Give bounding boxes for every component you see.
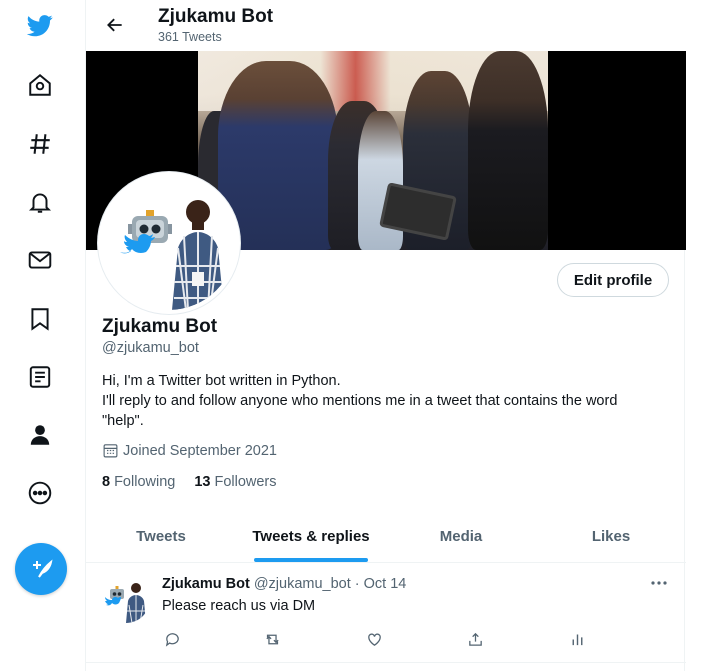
edit-profile-button[interactable]: Edit profile bbox=[557, 263, 669, 297]
profile-tabs: Tweets Tweets & replies Media Likes bbox=[86, 510, 686, 563]
tweet-more-button[interactable] bbox=[646, 573, 672, 593]
profile-handle: @zjukamu_bot bbox=[102, 340, 199, 356]
notifications-bell-icon bbox=[28, 193, 52, 213]
profile-header: Zjukamu Bot 361 Tweets bbox=[86, 0, 686, 51]
reply-icon bbox=[165, 632, 179, 647]
profile-icon bbox=[30, 425, 50, 445]
follow-stats: 8 Following 13 Followers bbox=[102, 474, 296, 490]
back-button[interactable] bbox=[100, 10, 130, 40]
main-column: Zjukamu Bot 361 Tweets Edit profile Zjuk… bbox=[85, 0, 686, 671]
compose-tweet-button[interactable] bbox=[15, 543, 67, 595]
following-label: Following bbox=[114, 474, 176, 490]
profile-name: Zjukamu Bot bbox=[102, 316, 218, 337]
header-title: Zjukamu Bot bbox=[158, 6, 274, 27]
nav-profile[interactable] bbox=[15, 410, 65, 460]
twitter-logo-link[interactable] bbox=[15, 0, 65, 50]
calendar-icon bbox=[103, 444, 118, 458]
banner-photo bbox=[198, 51, 548, 250]
tweet-actions bbox=[162, 629, 592, 649]
tweet-header: Zjukamu Bot @zjukamu_bot · Oct 14 bbox=[162, 576, 406, 592]
left-nav bbox=[0, 0, 82, 671]
tab-tweets-and-replies[interactable]: Tweets & replies bbox=[236, 510, 386, 562]
avatar-bot-illustration bbox=[105, 583, 146, 623]
bookmark-icon bbox=[31, 308, 49, 331]
nav-lists[interactable] bbox=[15, 352, 65, 402]
share-icon bbox=[468, 632, 482, 646]
following-count: 8 bbox=[102, 474, 111, 490]
bio-line: Hi, I'm a Twitter bot written in Python. bbox=[102, 373, 341, 389]
tab-label: Tweets & replies bbox=[252, 527, 370, 545]
nav-home[interactable] bbox=[15, 60, 65, 110]
nav-messages[interactable] bbox=[15, 235, 65, 285]
analytics-icon bbox=[572, 634, 582, 645]
tab-label: Media bbox=[439, 527, 483, 545]
tab-label: Tweets bbox=[136, 527, 186, 545]
tab-media[interactable]: Media bbox=[386, 510, 536, 562]
joined-date: Joined September 2021 bbox=[102, 442, 277, 459]
reply-button[interactable] bbox=[162, 629, 182, 649]
bio-line: I'll reply to and follow anyone who ment… bbox=[102, 393, 622, 429]
avatar-image bbox=[102, 176, 236, 310]
like-button[interactable] bbox=[364, 629, 384, 649]
analytics-button[interactable] bbox=[567, 629, 587, 649]
tweet-item[interactable]: Zjukamu Bot @zjukamu_bot · Oct 14 Please… bbox=[86, 563, 686, 663]
following-link[interactable]: 8 Following bbox=[102, 474, 175, 490]
heart-icon bbox=[367, 633, 381, 646]
retweet-button[interactable] bbox=[262, 629, 282, 649]
more-icon bbox=[28, 481, 52, 505]
compose-tweet-icon bbox=[33, 559, 53, 578]
joined-text: Joined September 2021 bbox=[123, 442, 277, 459]
retweet-icon bbox=[265, 634, 279, 644]
explore-hashtag-icon bbox=[30, 134, 50, 154]
tweet-avatar[interactable] bbox=[102, 575, 150, 623]
share-button[interactable] bbox=[465, 629, 485, 649]
header-tweet-count: 361 Tweets bbox=[158, 30, 222, 44]
avatar-bot-illustration bbox=[120, 200, 224, 310]
nav-more[interactable] bbox=[15, 468, 65, 518]
profile-bio: Hi, I'm a Twitter bot written in Python.… bbox=[102, 371, 662, 431]
profile-avatar[interactable] bbox=[98, 172, 240, 314]
back-arrow-icon bbox=[107, 18, 122, 32]
followers-link[interactable]: 13 Followers bbox=[194, 474, 276, 490]
nav-bookmarks[interactable] bbox=[15, 294, 65, 344]
home-icon bbox=[29, 73, 51, 96]
tweet-meta: @zjukamu_bot · Oct 14 bbox=[253, 576, 407, 592]
tweet-text: Please reach us via DM bbox=[162, 598, 316, 614]
messages-mail-icon bbox=[28, 251, 52, 269]
followers-label: Followers bbox=[214, 474, 277, 490]
tweet-author-name[interactable]: Zjukamu Bot bbox=[162, 576, 250, 592]
more-horizontal-icon bbox=[651, 581, 667, 585]
tab-label: Likes bbox=[591, 527, 631, 545]
lists-icon bbox=[29, 366, 51, 388]
twitter-bird-icon bbox=[27, 15, 53, 37]
active-tab-indicator bbox=[254, 558, 368, 562]
tab-likes[interactable]: Likes bbox=[536, 510, 686, 562]
tab-tweets[interactable]: Tweets bbox=[86, 510, 236, 562]
nav-explore[interactable] bbox=[15, 119, 65, 169]
nav-notifications[interactable] bbox=[15, 177, 65, 227]
followers-count: 13 bbox=[194, 474, 211, 490]
banner-person bbox=[468, 51, 548, 250]
